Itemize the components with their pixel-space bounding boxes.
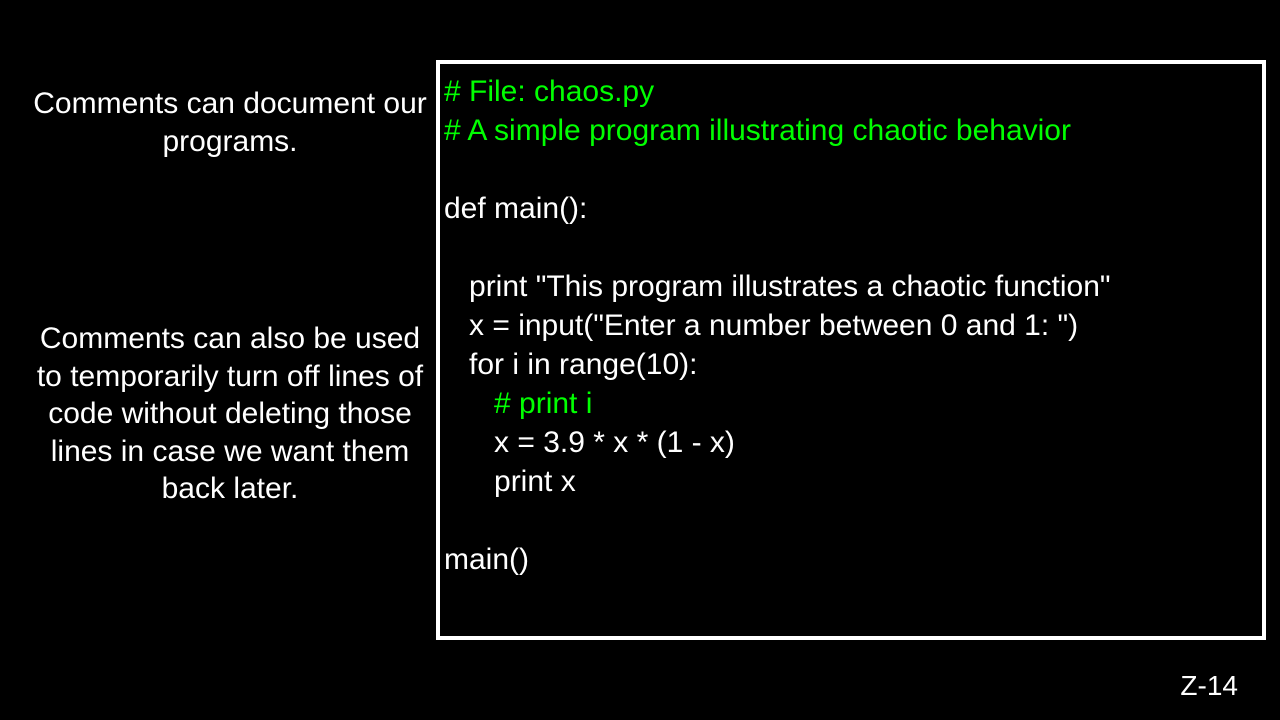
slide: Comments can document our programs. Comm… — [0, 0, 1280, 720]
code-assign: x = 3.9 * x * (1 - x) — [444, 423, 1258, 462]
blank-line — [466, 501, 1258, 540]
blank-line — [466, 228, 1258, 267]
caption-comments-document: Comments can document our programs. — [25, 85, 435, 160]
slide-number: Z-14 — [1180, 670, 1238, 702]
code-print: print "This program illustrates a chaoti… — [444, 267, 1258, 306]
code-def-main: def main(): — [444, 189, 1258, 228]
code-comment-printi: # print i — [444, 384, 1258, 423]
code-call-main: main() — [444, 540, 1258, 579]
code-for: for i in range(10): — [444, 345, 1258, 384]
code-box: # File: chaos.py # A simple program illu… — [436, 60, 1266, 640]
code-printx: print x — [444, 462, 1258, 501]
blank-line — [466, 150, 1258, 189]
left-column: Comments can document our programs. Comm… — [25, 85, 435, 508]
code-comment-file: # File: chaos.py — [444, 72, 1258, 111]
code-comment-desc: # A simple program illustrating chaotic … — [444, 111, 1258, 150]
caption-comments-disable: Comments can also be used to temporarily… — [25, 320, 435, 508]
code-input: x = input("Enter a number between 0 and … — [444, 306, 1258, 345]
